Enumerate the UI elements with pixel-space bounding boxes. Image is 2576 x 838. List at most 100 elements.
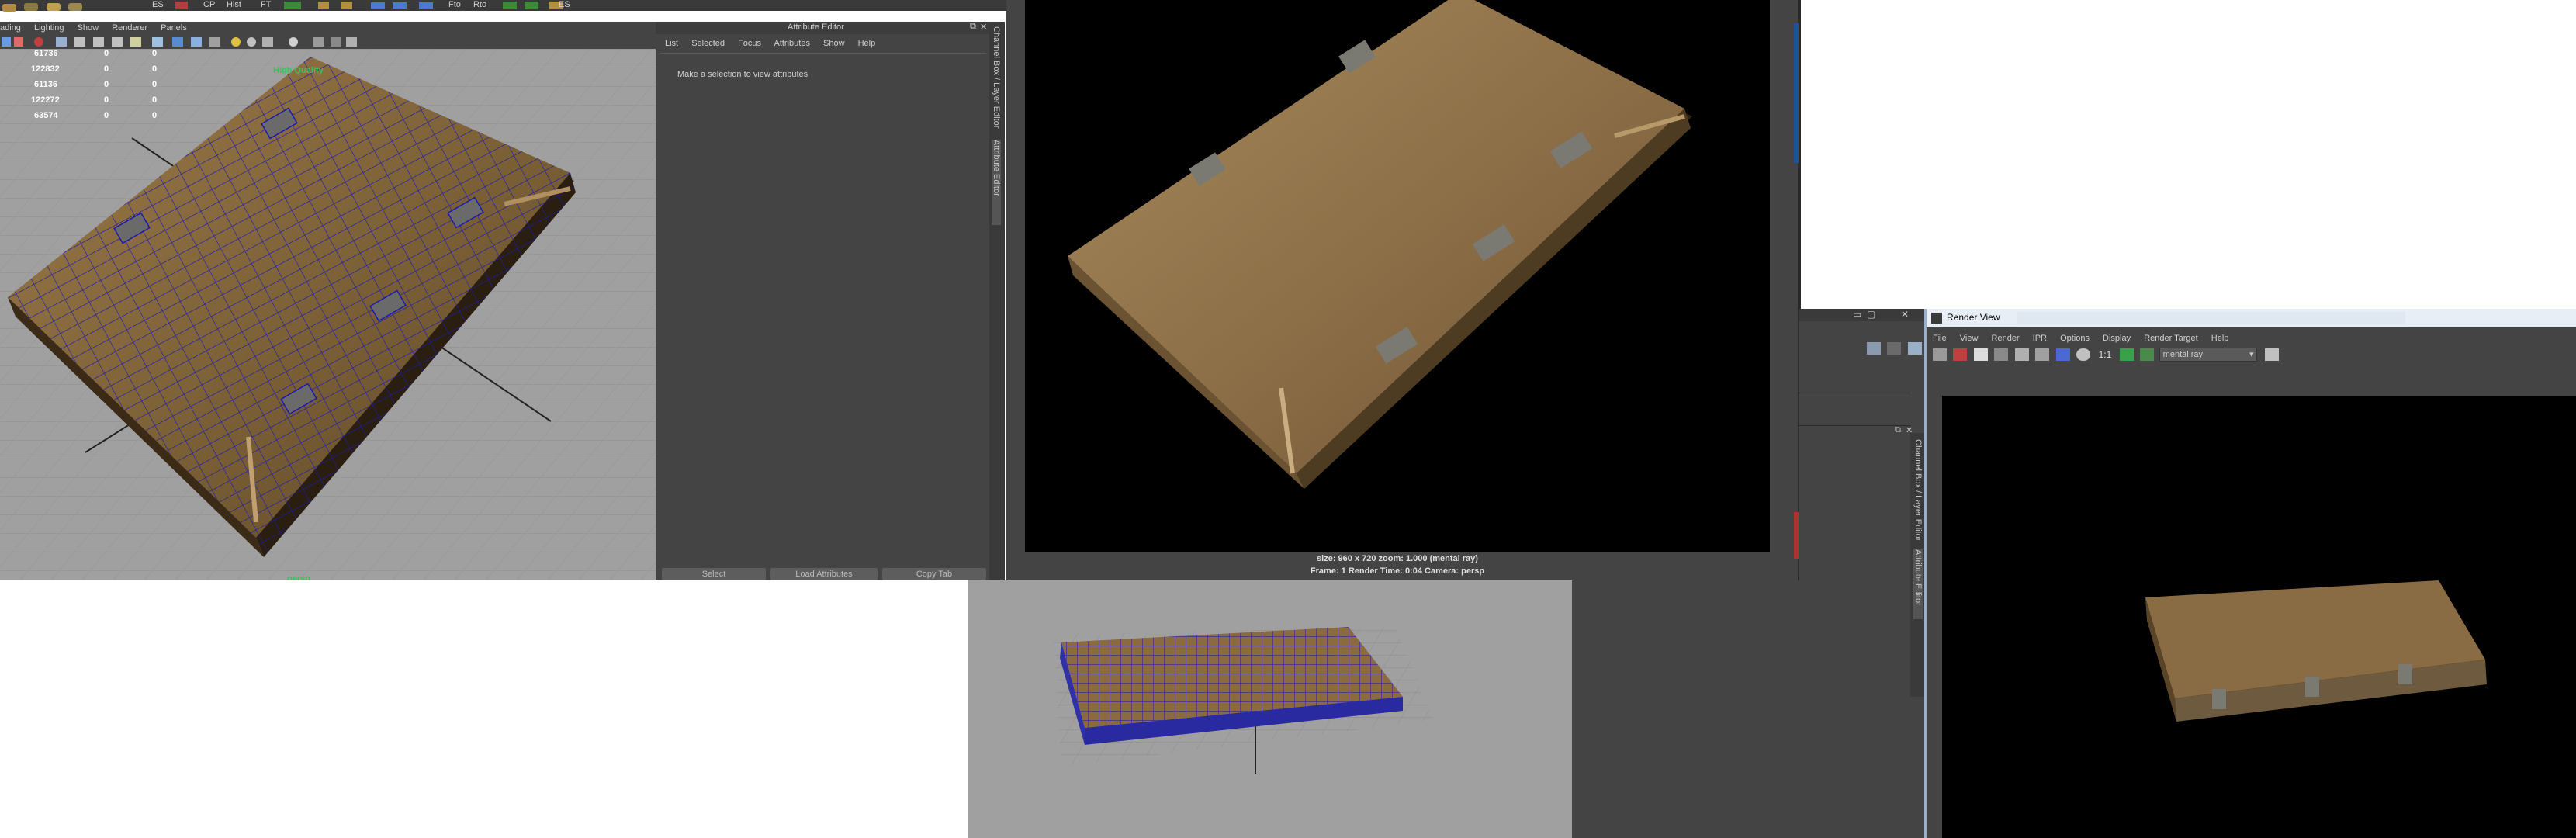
menu-panels[interactable]: Panels: [161, 23, 187, 33]
alpha-channel-icon[interactable]: [2076, 348, 2091, 361]
render-view-menu: File View Render IPR Options Display Ren…: [1933, 334, 2239, 343]
toolbar-icon[interactable]: [313, 37, 324, 47]
toolbar-icon[interactable]: [247, 37, 256, 47]
renderer-select[interactable]: mental ray ▾: [2159, 348, 2257, 362]
rv-menu-render-target[interactable]: Render Target: [2144, 334, 2198, 343]
viewport-toolbar: [0, 35, 656, 49]
shelf-label-cp[interactable]: CP: [203, 0, 215, 9]
toolbar-icon[interactable]: [130, 37, 141, 47]
ipr-icon[interactable]: [2014, 348, 2029, 361]
toolbar-icon[interactable]: [191, 37, 202, 47]
attribute-icon[interactable]: [1907, 341, 1922, 355]
maximize-icon[interactable]: ▢: [1867, 309, 1875, 320]
load-attributes-button[interactable]: Load Attributes: [770, 568, 878, 580]
menu-renderer[interactable]: Renderer: [112, 23, 147, 33]
toolbar-icon[interactable]: [93, 37, 104, 47]
shelf-tool-icon[interactable]: [525, 2, 538, 9]
viewport-menubar: ading Lighting Show Renderer Panels: [0, 22, 656, 35]
ae-menu-help[interactable]: Help: [858, 39, 876, 48]
copy-tab-button[interactable]: Copy Tab: [882, 568, 986, 580]
hud-value: 122272: [31, 95, 60, 105]
shelf-tool-icon[interactable]: [371, 2, 385, 9]
remove-image-icon[interactable]: [2140, 348, 2155, 361]
render-region-icon[interactable]: [1973, 348, 1988, 361]
shelf-tool-icon[interactable]: [419, 2, 433, 9]
toolbar-icon[interactable]: [34, 37, 43, 47]
render-status-bar: size: 960 x 720 zoom: 1.000 (mental ray)…: [1025, 552, 1770, 580]
menu-show[interactable]: Show: [78, 23, 99, 33]
shelf-label-es-2[interactable]: ES: [559, 0, 570, 9]
toolbar-icon[interactable]: [331, 37, 341, 47]
toolbar-icon[interactable]: [14, 37, 23, 47]
shelf-tool-icon[interactable]: [393, 2, 407, 9]
persp-viewport[interactable]: 61736 0 0 122832 0 0 61136 0 0 122272 0 …: [0, 49, 656, 580]
menu-lighting[interactable]: Lighting: [34, 23, 64, 33]
attribute-editor-titlebar: Attribute Editor ⧉ ✕: [656, 22, 989, 34]
shelf-label-ft[interactable]: FT: [261, 0, 271, 9]
rv-menu-display[interactable]: Display: [2103, 334, 2131, 343]
lower-persp-viewport[interactable]: [968, 580, 1572, 838]
shelf-label-hist[interactable]: Hist: [227, 0, 241, 9]
shelf-tool-icon[interactable]: [46, 2, 61, 11]
toolbar-icon[interactable]: [56, 37, 67, 47]
shelf-tool-icon[interactable]: [503, 2, 517, 9]
close-icon[interactable]: ✕: [1901, 309, 1909, 320]
ae-menu-show[interactable]: Show: [823, 39, 845, 48]
shelf-tool-icon[interactable]: [68, 2, 83, 11]
tab-attribute-editor[interactable]: Attribute Editor: [992, 140, 1001, 225]
toolbar-icon[interactable]: [289, 37, 298, 47]
shelf-tool-icon[interactable]: [24, 2, 39, 11]
toolbar-icon[interactable]: [2, 37, 11, 47]
menu-shading[interactable]: ading: [0, 23, 21, 33]
toolbar-icon[interactable]: [209, 37, 220, 47]
toolbar-icon[interactable]: [172, 37, 183, 47]
ae-menu-focus[interactable]: Focus: [738, 39, 761, 48]
snapshot-icon[interactable]: [1994, 348, 2009, 361]
rv-menu-view[interactable]: View: [1960, 334, 1979, 343]
rv-menu-render[interactable]: Render: [1992, 334, 2020, 343]
toolbar-icon[interactable]: [74, 37, 85, 47]
minimize-icon[interactable]: ▭: [1853, 309, 1861, 320]
render-view-toolbar: 1:1 mental ray ▾: [1931, 348, 2567, 365]
rgb-channels-icon[interactable]: [2055, 348, 2070, 361]
refresh-icon[interactable]: [2035, 348, 2050, 361]
shelf-label-es[interactable]: ES: [152, 0, 164, 9]
shelf-tool-icon[interactable]: [175, 2, 188, 9]
tab-channel-box[interactable]: Channel Box / Layer Editor: [1913, 439, 1923, 548]
select-button[interactable]: Select: [662, 568, 766, 580]
float-icon[interactable]: ⧉: [970, 22, 976, 32]
render-view-window: Render View File View Render IPR Options…: [1924, 309, 2576, 838]
layer-icon[interactable]: [1887, 341, 1902, 355]
rv-menu-help[interactable]: Help: [2211, 334, 2229, 343]
render-settings-icon[interactable]: [2265, 348, 2280, 361]
shelf-tool-icon[interactable]: [2, 3, 16, 12]
toolbar-icon[interactable]: [262, 37, 273, 47]
toolbar-icon[interactable]: [231, 37, 241, 47]
ae-menu-selected[interactable]: Selected: [691, 39, 725, 48]
toolbar-icon[interactable]: [152, 37, 163, 47]
hud-value: 0: [104, 64, 109, 74]
shelf-tool-icon[interactable]: [318, 2, 329, 9]
shelf-label-rto[interactable]: Rto: [473, 0, 486, 9]
close-icon[interactable]: ✕: [980, 22, 987, 32]
float-icon[interactable]: ⧉: [1895, 425, 1901, 435]
stop-render-icon[interactable]: [1953, 348, 1968, 361]
rv-menu-ipr[interactable]: IPR: [2033, 334, 2047, 343]
hud-value: 0: [152, 64, 158, 74]
rv-menu-file[interactable]: File: [1933, 334, 1947, 343]
shelf-tool-icon[interactable]: [341, 2, 352, 9]
shelf-tool-icon[interactable]: [284, 2, 301, 9]
hud-row: 63574 0 0: [23, 111, 194, 125]
tab-channel-box[interactable]: Channel Box / Layer Editor: [992, 26, 1001, 135]
channel-box-icon[interactable]: [1867, 341, 1881, 355]
redo-render-icon[interactable]: [1933, 348, 1947, 361]
ae-menu-attributes[interactable]: Attributes: [774, 39, 809, 48]
ae-menu-list[interactable]: List: [665, 39, 678, 48]
rv-menu-options[interactable]: Options: [2060, 334, 2090, 343]
real-size-label[interactable]: 1:1: [2099, 349, 2112, 360]
tab-attribute-editor[interactable]: Attribute Editor: [1913, 549, 1923, 619]
shelf-label-fto[interactable]: Fto: [448, 0, 461, 9]
keep-image-icon[interactable]: [2119, 348, 2134, 361]
toolbar-icon[interactable]: [346, 37, 357, 47]
toolbar-icon[interactable]: [112, 37, 123, 47]
